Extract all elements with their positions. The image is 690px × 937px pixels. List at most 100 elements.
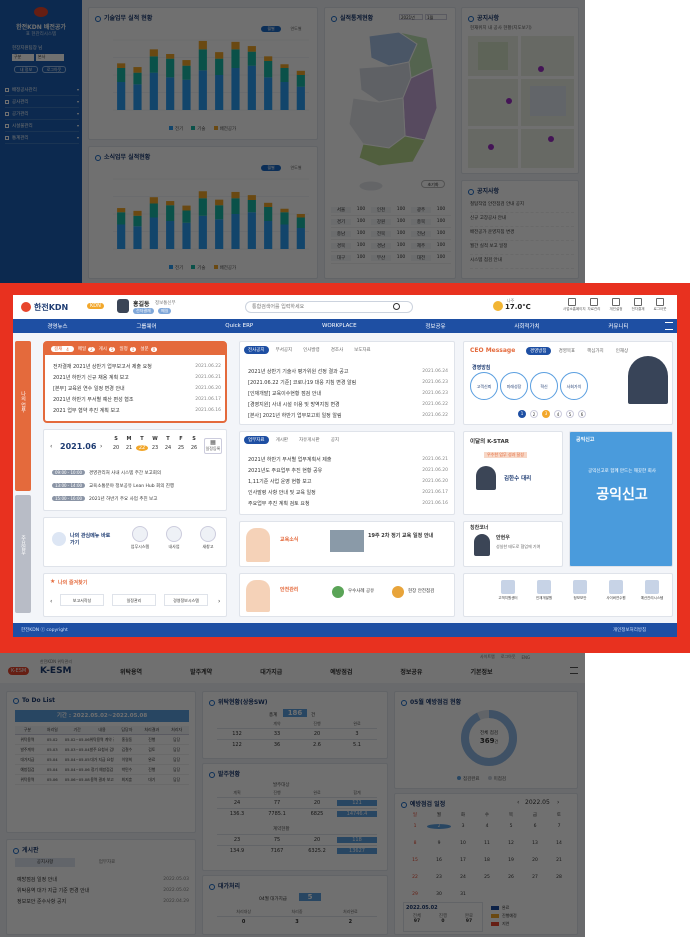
sched-date[interactable]: 1 [403,824,427,829]
tab[interactable]: 게시판 [272,436,292,444]
table-row[interactable]: 위탁용역 05.02 05.02~05.06위탁용역 계약 검토 홍길동 진행 담당 [15,735,189,745]
sched-date[interactable]: 30 [427,892,451,897]
tab[interactable]: 인재상 [612,347,632,355]
table-row[interactable]: 발주계약 05.03 05.03~05.04 발주 요청서 검토 김철수 검토 담당 [15,745,189,755]
list-item[interactable]: 인사발령 사항 안내 및 교육 일정 2021.06.17 [248,487,448,498]
esm-menu-icon[interactable] [570,667,578,674]
sched-prev-icon[interactable]: ‹ [517,799,519,806]
mail-tab[interactable]: 설문 0 [140,346,158,352]
map-pin-icon[interactable] [488,144,494,150]
chart2-toggle-off[interactable]: 연도별 [285,165,307,171]
sched-date[interactable]: 15 [403,858,427,863]
cal-date[interactable]: 25 [175,445,187,451]
board-tab-1[interactable]: 공지사항 [15,858,75,867]
mail-item[interactable]: 2021년 하반기 부서별 예산 편성 협조 2021.06.17 [53,394,221,405]
tab[interactable]: 공지 [327,436,343,444]
list-item[interactable]: 2021년 상반기 기술사 평가위원 선정 결과 공고 2021.06.24 [248,366,448,377]
table-row[interactable]: 대가지급 05.04 05.04~05.05 대가 지급 요청 이영희 완료 담당 [15,755,189,765]
search-icon[interactable] [393,303,400,310]
notice-item[interactable]: 월간 실적 보고 일정 [470,241,574,255]
nav-item[interactable]: 커뮤니티 [608,322,628,330]
sched-date[interactable]: 23 [427,875,451,880]
top-select-2[interactable]: 본사 [36,54,64,61]
bottom-icon[interactable]: 인재개발원 [530,580,558,601]
cal-prev-icon[interactable]: ‹ [50,443,52,450]
ceo-page[interactable]: 2 [530,410,538,418]
sched-next-icon[interactable]: › [557,799,559,806]
ceo-page[interactable]: 6 [578,410,586,418]
sched-date[interactable]: 6 [523,824,547,829]
tab[interactable]: 부서공지 [272,346,297,354]
map-month-select[interactable]: 1월 [425,14,447,20]
sidebar-item[interactable]: 공사관리 ▾ [5,96,79,108]
sched-date[interactable]: 7 [547,824,571,829]
bottom-icon[interactable]: 정보보안 [566,580,594,601]
header-tool[interactable]: 자료관리 [585,298,603,312]
sched-date[interactable]: 9 [427,841,451,846]
bottom-icon[interactable]: 사이버연수원 [602,580,630,601]
esm-nav-item[interactable]: 위탁용역 [120,667,142,676]
sched-date[interactable]: 22 [403,875,427,880]
schedule-item[interactable]: 15:00 - 16:00 2021년 하반기 주요 사업 추진 보고 [52,492,222,505]
table-row[interactable]: 위탁용역 05.06 05.06~05.08 용역 결과 보고 최지훈 대기 담당 [15,775,189,785]
chart1-toggle-on[interactable]: 월별 [261,26,281,32]
qm-item[interactable]: 새창고 [196,526,220,550]
esm-nav-item[interactable]: 기본정보 [470,667,492,676]
portal-logo[interactable]: 한전KDN [34,302,68,313]
sched-date[interactable]: 12 [499,841,523,846]
map-year-select[interactable]: 2021년 [399,14,423,20]
sched-date[interactable]: 8 [403,841,427,846]
tab[interactable]: 경영방침 [526,347,551,355]
side-tab-my[interactable]: 나의 업무 [15,341,31,491]
sched-date[interactable]: 16 [427,858,451,863]
mail-tab[interactable]: 결재 4 [51,346,74,352]
tab[interactable]: 전사공지 [244,346,269,354]
header-tool[interactable]: 로그아웃 [651,298,669,312]
chart1-toggle-off[interactable]: 연도별 [285,26,307,32]
sched-date[interactable]: 14 [547,841,571,846]
side-tab-main[interactable]: 주요업무 [15,495,31,613]
cal-date[interactable]: 26 [188,445,200,451]
chart2-toggle-on[interactable]: 월별 [261,165,281,171]
list-item[interactable]: [2021.06.22 기준] 코로나19 대응 지침 변경 알림 2021.06… [248,377,448,388]
map-pin-icon[interactable] [538,66,544,72]
list-item[interactable]: 정보보안 준수사항 공지 2022.04.29 [17,896,189,907]
util-link[interactable]: ENG [521,655,530,660]
esm-nav-item[interactable]: 정보공유 [400,667,422,676]
notice-item[interactable]: 시스템 점검 안내 [470,255,574,269]
nav-item[interactable]: 사회적가치 [514,322,539,330]
edu-banner[interactable]: 교육소식 19주 2차 정기 교육 일정 안내 [239,521,455,567]
safety-banner[interactable]: 안전관리 우수사례 공유 현장 안전점검 [239,573,455,617]
list-item[interactable]: 2021년 하반기 부서별 업무계획서 제출 2021.06.21 [248,454,448,465]
table-row[interactable]: 예방점검 05.04 05.04~05.06 정기 예방점검 박민수 진행 담당 [15,765,189,775]
fav-item[interactable]: 일정관리 [112,594,156,606]
qm-item[interactable]: 내사업 [162,526,186,550]
schedule-item[interactable]: 13:00 - 14:00 교육소통분야 정보공유 Lean Hub 회의 진행 [52,479,222,492]
header-tool[interactable]: 개인설정 [607,298,625,312]
ceo-page[interactable]: 5 [566,410,574,418]
fav-item[interactable]: 보고서작성 [60,594,104,606]
whistle-banner[interactable]: 공익신고 공익신고로 함께 만드는 깨끗한 회사 공익신고 [569,431,673,567]
nav-item[interactable]: 그룹웨어 [136,322,156,330]
esm-nav-item[interactable]: 예방점검 [330,667,352,676]
sidebar-item[interactable]: 시설물관리 ▾ [5,120,79,132]
top-myinfo-button[interactable]: 내 정보 [14,66,38,73]
nav-item[interactable]: Quick ERP [225,323,253,329]
cal-date[interactable]: 22 [136,445,148,451]
nav-item[interactable]: 정보공유 [425,322,445,330]
cal-date[interactable]: 24 [162,445,174,451]
sidebar-item[interactable]: 배정공사관리 ▾ [5,84,79,96]
top-select-1[interactable]: 구분 [12,54,34,61]
user-tag-2[interactable]: 메일 [158,308,172,314]
list-item[interactable]: [경영지원] 사내 시설 이용 및 방역지침 변경 2021.06.22 [248,399,448,410]
sched-date[interactable]: 20 [523,858,547,863]
search-input[interactable] [245,301,413,313]
nav-item[interactable]: WORKPLACE [322,323,357,329]
sched-date[interactable]: 2 [427,824,451,829]
sched-date[interactable]: 3 [451,824,475,829]
list-item[interactable]: [본사] 2021년 하반기 업무보고회 일정 알림 2021.06.22 [248,410,448,421]
list-item[interactable]: 예방점검 일정 안내 2022.05.03 [17,874,189,885]
top-logout-button[interactable]: 로그아웃 [42,66,66,73]
util-link[interactable]: 로그아웃 [501,654,516,660]
esm-nav-item[interactable]: 발주계약 [190,667,212,676]
